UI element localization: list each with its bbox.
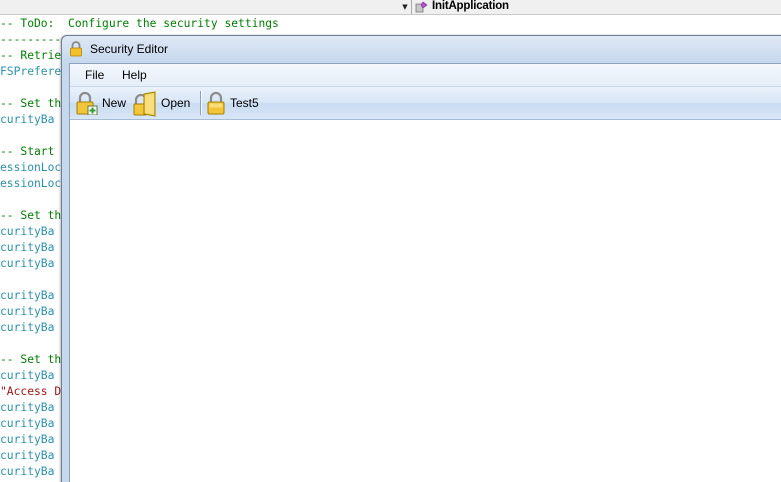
- toolbar-separator: [200, 91, 202, 115]
- code-line: curityBa: [0, 305, 55, 318]
- open-button[interactable]: Open: [133, 89, 193, 117]
- open-button-label: Open: [161, 96, 191, 110]
- code-line: curityBa: [0, 225, 55, 238]
- new-button-label: New: [102, 96, 127, 110]
- divider: [411, 0, 412, 14]
- menu-bar: File Help: [70, 64, 781, 87]
- editor-workspace[interactable]: [70, 120, 781, 482]
- menu-help[interactable]: Help: [122, 68, 147, 82]
- code-line: curityBa: [0, 401, 55, 414]
- menu-file[interactable]: File: [85, 68, 104, 82]
- method-icon: [415, 1, 428, 13]
- ide-member-bar: ▼ InitApplication: [0, 0, 781, 15]
- window-title: Security Editor: [90, 42, 169, 56]
- code-line: curityBa: [0, 321, 55, 334]
- code-line: "Access D: [0, 385, 62, 398]
- code-line: -- Set th: [0, 209, 62, 222]
- screen: ▼ InitApplication -- ToDo: Configure the…: [0, 0, 781, 482]
- code-line: FSPrefere: [0, 65, 62, 78]
- security-editor-window: Security Editor File Help New Open Test5: [61, 35, 781, 482]
- open-lock-icon: [133, 91, 156, 117]
- padlock-icon: [70, 41, 82, 57]
- code-editor[interactable]: ---------- -- Retrie FSPrefere -- Set th cur…: [0, 32, 70, 480]
- window-client-area: File Help New Open Test5: [69, 63, 781, 482]
- code-line: -- Start: [0, 145, 62, 158]
- code-line: essionLoc: [0, 161, 62, 174]
- code-line: curityBa: [0, 241, 55, 254]
- new-lock-icon: [76, 91, 98, 115]
- code-line: -- Set th: [0, 97, 62, 110]
- code-line: curityBa: [0, 369, 55, 382]
- method-dropdown-label[interactable]: InitApplication: [432, 0, 509, 13]
- code-line: -- Retrie: [0, 49, 62, 62]
- padlock-icon: [207, 91, 225, 115]
- code-line: curityBa: [0, 449, 55, 462]
- chevron-down-icon[interactable]: ▼: [400, 2, 410, 12]
- test5-button-label: Test5: [230, 96, 259, 110]
- toolbar: New Open Test5: [70, 87, 781, 120]
- code-line: curityBa: [0, 257, 55, 270]
- code-line: curityBa: [0, 433, 55, 446]
- new-button[interactable]: New: [74, 89, 130, 117]
- code-line: ----------: [0, 33, 69, 46]
- title-bar[interactable]: Security Editor: [62, 36, 781, 62]
- code-line-todo: -- ToDo: Configure the security settings: [0, 17, 279, 30]
- test5-button[interactable]: Test5: [206, 89, 266, 117]
- code-line: essionLoc: [0, 177, 62, 190]
- code-line: curityBa: [0, 113, 55, 126]
- code-line: -- Set th: [0, 353, 62, 366]
- code-line: curityBa: [0, 417, 55, 430]
- code-line: curityBa: [0, 465, 55, 478]
- code-line: curityBa: [0, 289, 55, 302]
